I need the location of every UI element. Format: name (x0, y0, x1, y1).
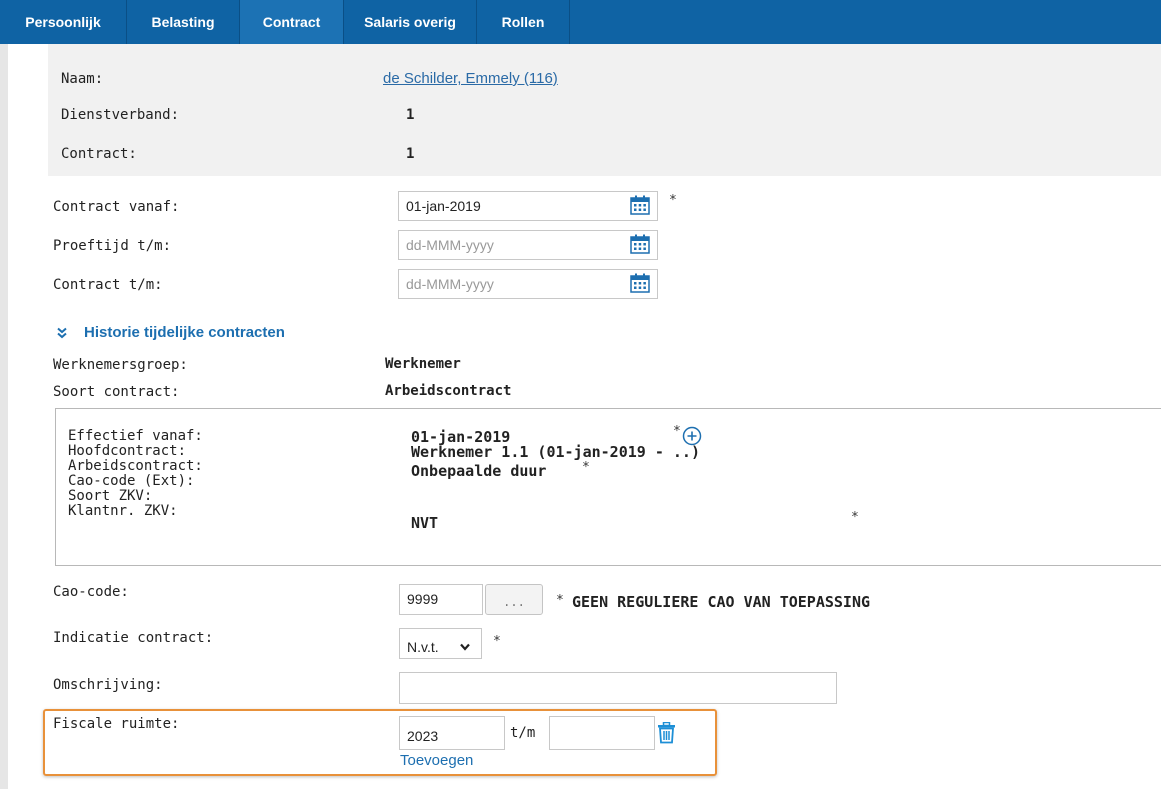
toevoegen-link[interactable]: Toevoegen (400, 752, 473, 769)
proeftijd-label: Proeftijd t/m: (53, 238, 172, 254)
soort-contract-label: Soort contract: (53, 384, 180, 400)
required-mark: * (851, 510, 859, 525)
required-mark: * (556, 593, 564, 608)
chevron-down-icon (460, 643, 470, 651)
calendar-icon[interactable] (630, 234, 650, 254)
effectief-label: Effectief vanaf: (68, 428, 203, 444)
contract-vanaf-label: Contract vanaf: (53, 199, 180, 215)
trash-icon[interactable] (656, 722, 677, 744)
fiscale-to-input[interactable] (549, 716, 655, 750)
soort-zkv-value: NVT (411, 514, 439, 532)
soort-zkv-label: Soort ZKV: (68, 488, 153, 504)
calendar-icon[interactable] (630, 195, 650, 215)
employee-name-link[interactable]: de Schilder, Emmely (116) (383, 70, 558, 87)
required-mark: * (673, 424, 681, 439)
contract-vanaf-input[interactable]: 01-jan-2019 (398, 191, 658, 221)
werknemersgroep-label: Werknemersgroep: (53, 357, 188, 373)
proeftijd-input[interactable]: dd-MMM-yyyy (398, 230, 658, 260)
left-gutter (0, 44, 8, 789)
contract-value: 1 (406, 146, 415, 162)
contract-detail-box (55, 408, 1161, 566)
tab-persoonlijk[interactable]: Persoonlijk (0, 0, 127, 44)
tab-bar: Persoonlijk Belasting Contract Salaris o… (0, 0, 1161, 44)
arbeidscontract-label: Arbeidscontract: (68, 458, 203, 474)
required-mark: * (582, 460, 590, 475)
klantnr-zkv-label: Klantnr. ZKV: (68, 503, 178, 519)
indicatie-contract-select[interactable]: N.v.t. (399, 628, 482, 659)
cao-code-input[interactable]: 9999 (399, 584, 483, 615)
indicatie-contract-label: Indicatie contract: (53, 630, 214, 646)
employee-header-panel (48, 44, 1161, 176)
indicatie-selected-value: N.v.t. (407, 639, 439, 655)
required-mark: * (669, 193, 677, 208)
contract-label: Contract: (61, 146, 137, 162)
calendar-icon[interactable] (630, 273, 650, 293)
tab-rollen[interactable]: Rollen (477, 0, 570, 44)
double-chevron-down-icon[interactable] (56, 327, 68, 339)
cao-description: GEEN REGULIERE CAO VAN TOEPASSING (572, 593, 871, 611)
contract-tm-input[interactable]: dd-MMM-yyyy (398, 269, 658, 299)
cao-lookup-button[interactable]: ... (485, 584, 543, 615)
required-mark: * (493, 634, 501, 649)
tab-contract[interactable]: Contract (240, 0, 344, 44)
fiscale-from-input[interactable]: 2023 (399, 716, 505, 750)
soort-contract-value: Arbeidscontract (385, 383, 512, 399)
dienstverband-label: Dienstverband: (61, 107, 180, 123)
tab-belasting[interactable]: Belasting (127, 0, 240, 44)
contract-tm-label: Contract t/m: (53, 277, 163, 293)
werknemersgroep-value: Werknemer (385, 356, 461, 372)
naam-label: Naam: (61, 71, 104, 87)
tm-label: t/m (510, 725, 536, 741)
cao-code-label: Cao-code: (53, 584, 129, 600)
tab-salaris-overig[interactable]: Salaris overig (344, 0, 477, 44)
omschrijving-label: Omschrijving: (53, 677, 163, 693)
hoofdcontract-label: Hoofdcontract: (68, 443, 187, 459)
cao-ext-label: Cao-code (Ext): (68, 473, 195, 489)
arbeidscontract-value: Onbepaalde duur (411, 462, 547, 480)
fiscale-ruimte-label: Fiscale ruimte: (53, 716, 180, 732)
dienstverband-value: 1 (406, 107, 415, 123)
hoofdcontract-value: Werknemer 1.1 (01-jan-2019 - ..) (411, 443, 700, 461)
historie-toggle[interactable]: Historie tijdelijke contracten (84, 324, 285, 341)
omschrijving-input[interactable] (399, 672, 837, 704)
